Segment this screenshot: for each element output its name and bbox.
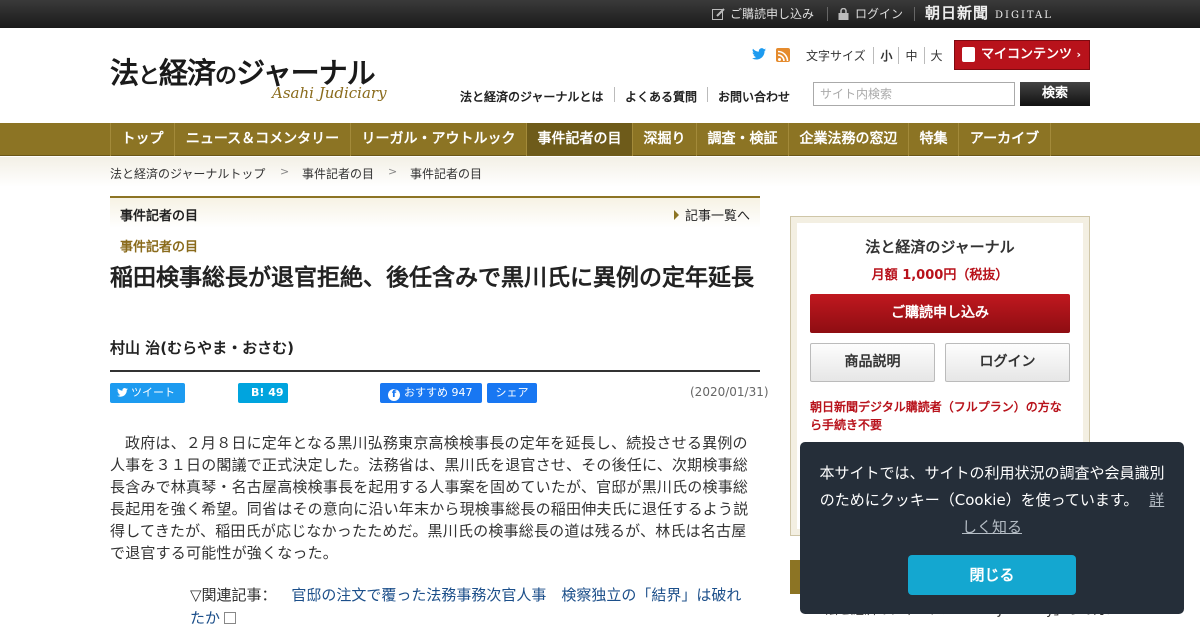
asahi-digital-logo[interactable]: 朝日新聞 DIGITAL [925, 0, 1053, 27]
hatena-count: 49 [268, 386, 284, 399]
related-label: ▽関連記事： [190, 586, 277, 604]
bag-icon [962, 47, 975, 62]
article-list-link[interactable]: 記事一覧へ [673, 205, 750, 224]
facebook-like-button[interactable]: f おすすめ 947 [380, 383, 482, 403]
twitter-icon [117, 388, 128, 397]
nav-top[interactable]: トップ [110, 123, 175, 156]
article-author: 村山 治(むらやま・おさむ) [110, 339, 294, 357]
triangle-right-icon [673, 210, 679, 220]
subscribe-button[interactable]: ご購読申し込み [810, 294, 1070, 333]
subscribe-link[interactable]: ご購読申し込み [712, 0, 814, 28]
subscribe-label: ご購読申し込み [730, 7, 815, 21]
my-contents-button[interactable]: マイコンテンツ › [954, 40, 1090, 70]
font-size-small[interactable]: 小 [873, 47, 898, 64]
cookie-message: 本サイトでは、サイトの利用状況の調査や会員識別のためにクッキー（Cookie）を… [818, 460, 1166, 541]
section-header: 事件記者の目 記事一覧へ [110, 196, 760, 228]
main-nav: トップ ニュース＆コメンタリー リーガル・アウトルック 事件記者の目 深掘り 調… [0, 123, 1200, 156]
search-input[interactable] [813, 82, 1015, 106]
external-link-icon [224, 612, 237, 624]
subscription-price: 月額 1,000円（税抜） [871, 268, 1009, 283]
breadcrumb-item[interactable]: 法と経済のジャーナルトップ [110, 165, 265, 182]
logo-text-2: と [138, 63, 160, 89]
section-title: 事件記者の目 [120, 209, 199, 224]
subscriber-note[interactable]: 朝日新聞デジタル購読者（フルプラン）の方なら手続き不要 [810, 398, 1070, 434]
nav-legal-outlook[interactable]: リーガル・アウトルック [351, 123, 527, 156]
logo-subtitle: Asahi Judiciary [272, 84, 387, 102]
font-size-large[interactable]: 大 [923, 47, 949, 64]
cookie-text: 本サイトでは、サイトの利用状況の調査や会員識別のためにクッキー（Cookie）を… [819, 464, 1165, 509]
chevron-right-icon: › [1076, 48, 1082, 61]
lock-icon [838, 8, 849, 20]
my-contents-label: マイコンテンツ [981, 47, 1073, 62]
font-size-label: 文字サイズ [806, 49, 866, 63]
tweet-button[interactable]: ツイート [110, 383, 185, 403]
cookie-close-button[interactable]: 閉じる [908, 555, 1076, 595]
breadcrumb-item[interactable]: 事件記者の目 [302, 165, 374, 182]
login-label: ログイン [855, 7, 904, 21]
header-link-faq[interactable]: よくある質問 [625, 88, 697, 105]
divider [914, 7, 915, 21]
divider [827, 7, 828, 21]
related-article: ▽関連記事： 官邸の注文で覆った法務事務次官人事 検察独立の「結界」は破れたか [190, 584, 755, 630]
nav-deep-dive[interactable]: 深掘り [633, 123, 697, 156]
header-link-contact[interactable]: お問い合わせ [718, 88, 790, 105]
article-list-label: 記事一覧へ [684, 209, 750, 224]
nav-news[interactable]: ニュース＆コメンタリー [175, 123, 351, 156]
top-bar: ご購読申し込み ログイン 朝日新聞 DIGITAL [0, 0, 1200, 28]
tweet-label: ツイート [131, 386, 175, 399]
digital-brand: DIGITAL [995, 10, 1053, 21]
product-info-button[interactable]: 商品説明 [810, 343, 935, 382]
logo-text-4: の [215, 63, 237, 89]
edit-icon [712, 8, 725, 20]
font-size-medium[interactable]: 中 [898, 47, 923, 64]
divider [707, 87, 708, 102]
article-category[interactable]: 事件記者の目 [120, 236, 198, 255]
rss-icon[interactable] [776, 48, 790, 62]
asahi-brand: 朝日新聞 [925, 4, 990, 22]
sidebar-login-button[interactable]: ログイン [945, 343, 1070, 382]
nav-reporter-eye[interactable]: 事件記者の目 [527, 123, 633, 156]
divider [110, 370, 760, 372]
chevron-right-icon: > [388, 165, 398, 178]
facebook-icon: f [388, 389, 400, 401]
twitter-icon[interactable] [752, 48, 766, 60]
logo-text-3: 経済 [159, 56, 216, 90]
divider [614, 87, 615, 102]
nav-archive[interactable]: アーカイブ [959, 123, 1051, 156]
nav-special[interactable]: 特集 [909, 123, 959, 156]
article-headline: 稲田検事総長が退官拒絶、後任含みで黒川氏に異例の定年延長 [110, 265, 754, 291]
breadcrumb-item-current: 事件記者の目 [410, 167, 483, 181]
logo-text-1: 法 [110, 56, 139, 90]
header-link-about[interactable]: 法と経済のジャーナルとは [460, 88, 603, 105]
facebook-like-label: おすすめ 947 [404, 386, 473, 399]
nav-investigation[interactable]: 調査・検証 [697, 123, 789, 156]
facebook-share-button[interactable]: シェア [487, 383, 537, 403]
subscription-title: 法と経済のジャーナル [865, 238, 1015, 256]
login-link[interactable]: ログイン [837, 0, 903, 28]
cookie-banner: 本サイトでは、サイトの利用状況の調査や会員識別のためにクッキー（Cookie）を… [800, 442, 1184, 614]
article-date: (2020/01/31) [690, 385, 769, 399]
article-body: 政府は、２月８日に定年となる黒川弘務東京高検検事長の定年を延長し、続投させる異例… [110, 434, 749, 562]
search-button[interactable]: 検索 [1020, 82, 1090, 106]
hatena-icon: B! [251, 386, 265, 399]
hatena-bookmark-button[interactable]: B! 49 [238, 383, 288, 403]
chevron-right-icon: > [280, 165, 290, 178]
nav-corporate-legal[interactable]: 企業法務の窓辺 [789, 123, 909, 156]
font-size-control: 文字サイズ 小中大 [806, 47, 949, 64]
